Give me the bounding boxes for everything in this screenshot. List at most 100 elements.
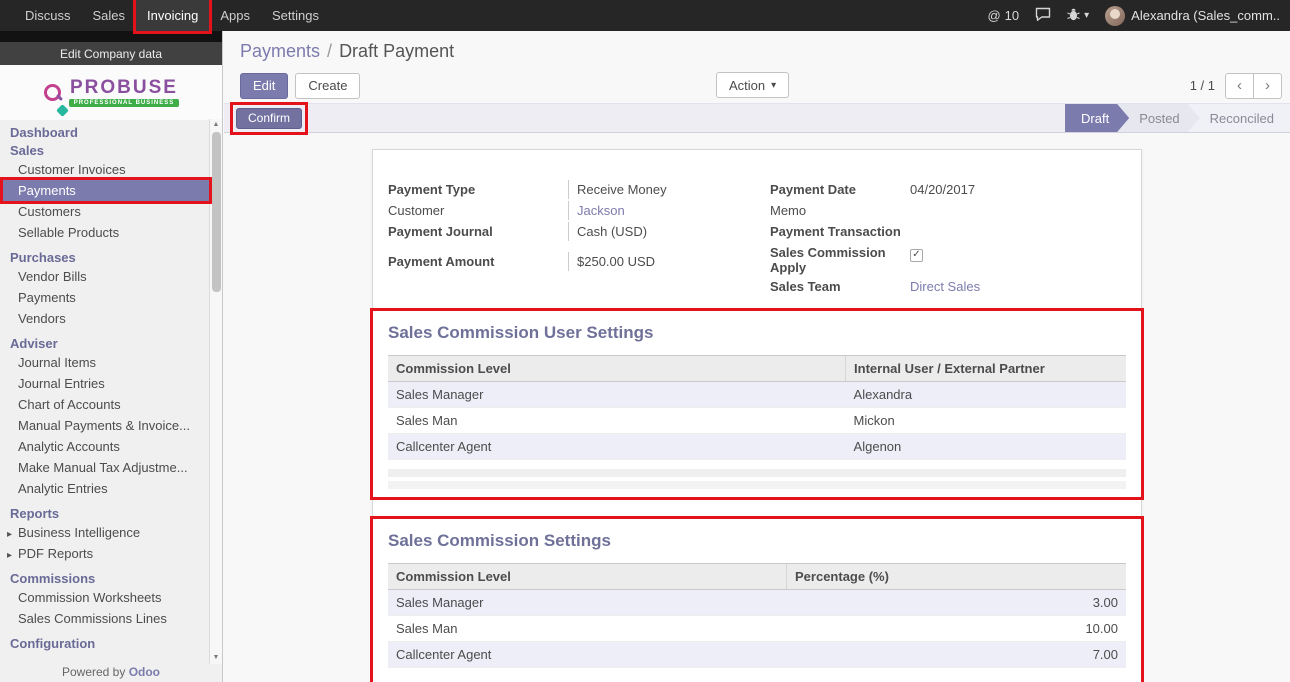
table-cell: 7.00 [787, 642, 1126, 668]
table-cell: Sales Man [388, 408, 846, 434]
table-cell: Mickon [846, 408, 1126, 434]
action-dropdown-button[interactable]: Action ▾ [716, 72, 789, 98]
activities-count: 10 [1005, 8, 1019, 23]
form-field-payment-date: Payment Date04/20/2017 [770, 180, 1126, 201]
field-value-payment-amount: $250.00 USD [568, 252, 757, 271]
control-panel: Payments/Draft Payment Edit Create Actio… [224, 31, 1290, 103]
debug-menu-button[interactable]: ▾ [1067, 7, 1089, 24]
sidebar-item-manual-payments-invoice[interactable]: Manual Payments & Invoice... [3, 415, 209, 436]
nav-item-sales[interactable]: Sales [82, 0, 137, 31]
scroll-up-icon[interactable]: ▲ [213, 119, 220, 131]
nav-item-settings[interactable]: Settings [261, 0, 330, 31]
sidebar-item-commission-worksheets[interactable]: Commission Worksheets [3, 587, 209, 608]
field-label-payment-amount: Payment Amount [388, 252, 568, 271]
nav-item-discuss[interactable]: Discuss [14, 0, 82, 31]
statusbar-stages: DraftPostedReconciled [1065, 104, 1290, 132]
create-button[interactable]: Create [295, 73, 360, 99]
form-field-payment-transaction: Payment Transaction [770, 222, 1126, 243]
table-cell: Callcenter Agent [388, 434, 846, 460]
button-row: Edit Create Action ▾ 1 / 1 ‹ › [240, 72, 1282, 99]
sidebar-item-sales-commissions-lines[interactable]: Sales Commissions Lines [3, 608, 209, 629]
sidebar-item-analytic-accounts[interactable]: Analytic Accounts [3, 436, 209, 457]
column-header-percentage[interactable]: Percentage (%) [787, 564, 1126, 590]
sidebar-heading-commissions[interactable]: Commissions [0, 571, 222, 587]
confirm-button[interactable]: Confirm [236, 108, 302, 129]
empty-row [388, 481, 1126, 489]
sidebar-heading-adviser[interactable]: Adviser [0, 336, 222, 352]
nav-item-invoicing[interactable]: Invoicing [136, 0, 209, 31]
field-label-payment-transaction: Payment Transaction [770, 222, 910, 241]
pager: 1 / 1 ‹ › [1190, 73, 1282, 99]
form-field-payment-type: Payment TypeReceive Money [388, 180, 757, 201]
sidebar-heading-dashboard[interactable]: Dashboard [0, 125, 222, 141]
scrollbar-thumb[interactable] [212, 132, 221, 292]
column-header-commission-level[interactable]: Commission Level [388, 356, 846, 382]
sidebar-item-customer-invoices[interactable]: Customer Invoices [3, 159, 209, 180]
field-label-payment-date: Payment Date [770, 180, 910, 199]
stage-reconciled[interactable]: Reconciled [1186, 104, 1290, 132]
sales-commission-apply-checkbox[interactable]: ✓ [910, 249, 923, 262]
table-header-row: Commission LevelInternal User / External… [388, 356, 1126, 382]
sidebar-heading-configuration[interactable]: Configuration [0, 636, 222, 652]
caret-down-icon: ▾ [771, 80, 776, 91]
field-value-payment-journal: Cash (USD) [568, 222, 757, 241]
company-logo[interactable]: PROBUSE PROFESSIONAL BUSINESS [0, 65, 222, 120]
expand-caret-icon: ▸ [7, 524, 15, 543]
sidebar-item-pdf-reports[interactable]: ▸PDF Reports [3, 543, 209, 564]
sidebar-heading-purchases[interactable]: Purchases [0, 250, 222, 266]
sidebar-heading-sales[interactable]: Sales [0, 143, 222, 159]
sidebar-scrollbar[interactable]: ▲ ▼ [209, 119, 222, 664]
field-value-sales-commission-apply: ✓ [910, 243, 1126, 264]
sidebar-item-vendor-bills[interactable]: Vendor Bills [3, 266, 209, 287]
form-left-column: Payment TypeReceive MoneyCustomer Jackson… [388, 180, 757, 298]
at-icon: @ [987, 8, 1000, 23]
scroll-down-icon[interactable]: ▼ [213, 652, 220, 664]
sidebar-item-make-manual-tax-adjustme[interactable]: Make Manual Tax Adjustme... [3, 457, 209, 478]
field-value-payment-transaction [910, 222, 1126, 239]
table-cell: Sales Manager [388, 382, 846, 408]
pager-next-button[interactable]: › [1253, 73, 1282, 99]
sidebar-item-customers[interactable]: Customers [3, 201, 209, 222]
table-cell: 10.00 [787, 616, 1126, 642]
field-value-sales-team: Direct Sales [910, 277, 1126, 296]
sidebar-item-payments[interactable]: Payments [3, 287, 209, 308]
edit-company-button[interactable]: Edit Company data [0, 42, 222, 65]
odoo-link[interactable]: Odoo [129, 665, 160, 679]
user-menu[interactable]: Alexandra (Sales_comm.. [1105, 6, 1280, 26]
stage-draft[interactable]: Draft [1065, 104, 1129, 132]
user-settings-annotation-box: Sales Commission User Settings Commissio… [370, 308, 1144, 500]
sidebar-top-strip [0, 31, 222, 42]
link-direct-sales[interactable]: Direct Sales [910, 279, 980, 294]
sidebar-item-vendors[interactable]: Vendors [3, 308, 209, 329]
sidebar-item-sellable-products[interactable]: Sellable Products [3, 222, 209, 243]
powered-by: Powered by Odoo [0, 664, 222, 682]
messages-button[interactable] [1035, 7, 1051, 25]
sidebar-item-journal-entries[interactable]: Journal Entries [3, 373, 209, 394]
column-header-internal-user-external-partner[interactable]: Internal User / External Partner [846, 356, 1126, 382]
field-label-memo: Memo [770, 201, 910, 220]
table-row: Callcenter AgentAlgenon [388, 434, 1126, 460]
breadcrumb-payments-link[interactable]: Payments [240, 41, 320, 61]
empty-rows [388, 469, 1126, 489]
table-cell: Sales Manager [388, 590, 787, 616]
sidebar-item-chart-of-accounts[interactable]: Chart of Accounts [3, 394, 209, 415]
breadcrumb: Payments/Draft Payment [240, 41, 1282, 62]
edit-button[interactable]: Edit [240, 73, 288, 99]
link-jackson[interactable]: Jackson [577, 203, 625, 218]
caret-down-icon: ▾ [1084, 10, 1089, 21]
column-header-commission-level[interactable]: Commission Level [388, 564, 787, 590]
pager-prev-button[interactable]: ‹ [1225, 73, 1254, 99]
activities-button[interactable]: @10 [987, 8, 1019, 23]
form-right-column: Payment Date04/20/2017Memo Payment Transa… [757, 180, 1126, 298]
field-label-sales-team: Sales Team [770, 277, 910, 296]
sidebar-item-analytic-entries[interactable]: Analytic Entries [3, 478, 209, 499]
sidebar-item-journal-items[interactable]: Journal Items [3, 352, 209, 373]
sidebar-heading-reports[interactable]: Reports [0, 506, 222, 522]
sidebar-item-business-intelligence[interactable]: ▸Business Intelligence [3, 522, 209, 543]
sidebar-item-payments[interactable]: Payments [3, 180, 209, 201]
field-label-customer: Customer [388, 201, 568, 220]
table-cell: Algenon [846, 434, 1126, 460]
confirm-annotation-box: Confirm [230, 102, 308, 135]
nav-item-apps[interactable]: Apps [209, 0, 261, 31]
logo-subtitle: PROFESSIONAL BUSINESS [69, 99, 180, 107]
